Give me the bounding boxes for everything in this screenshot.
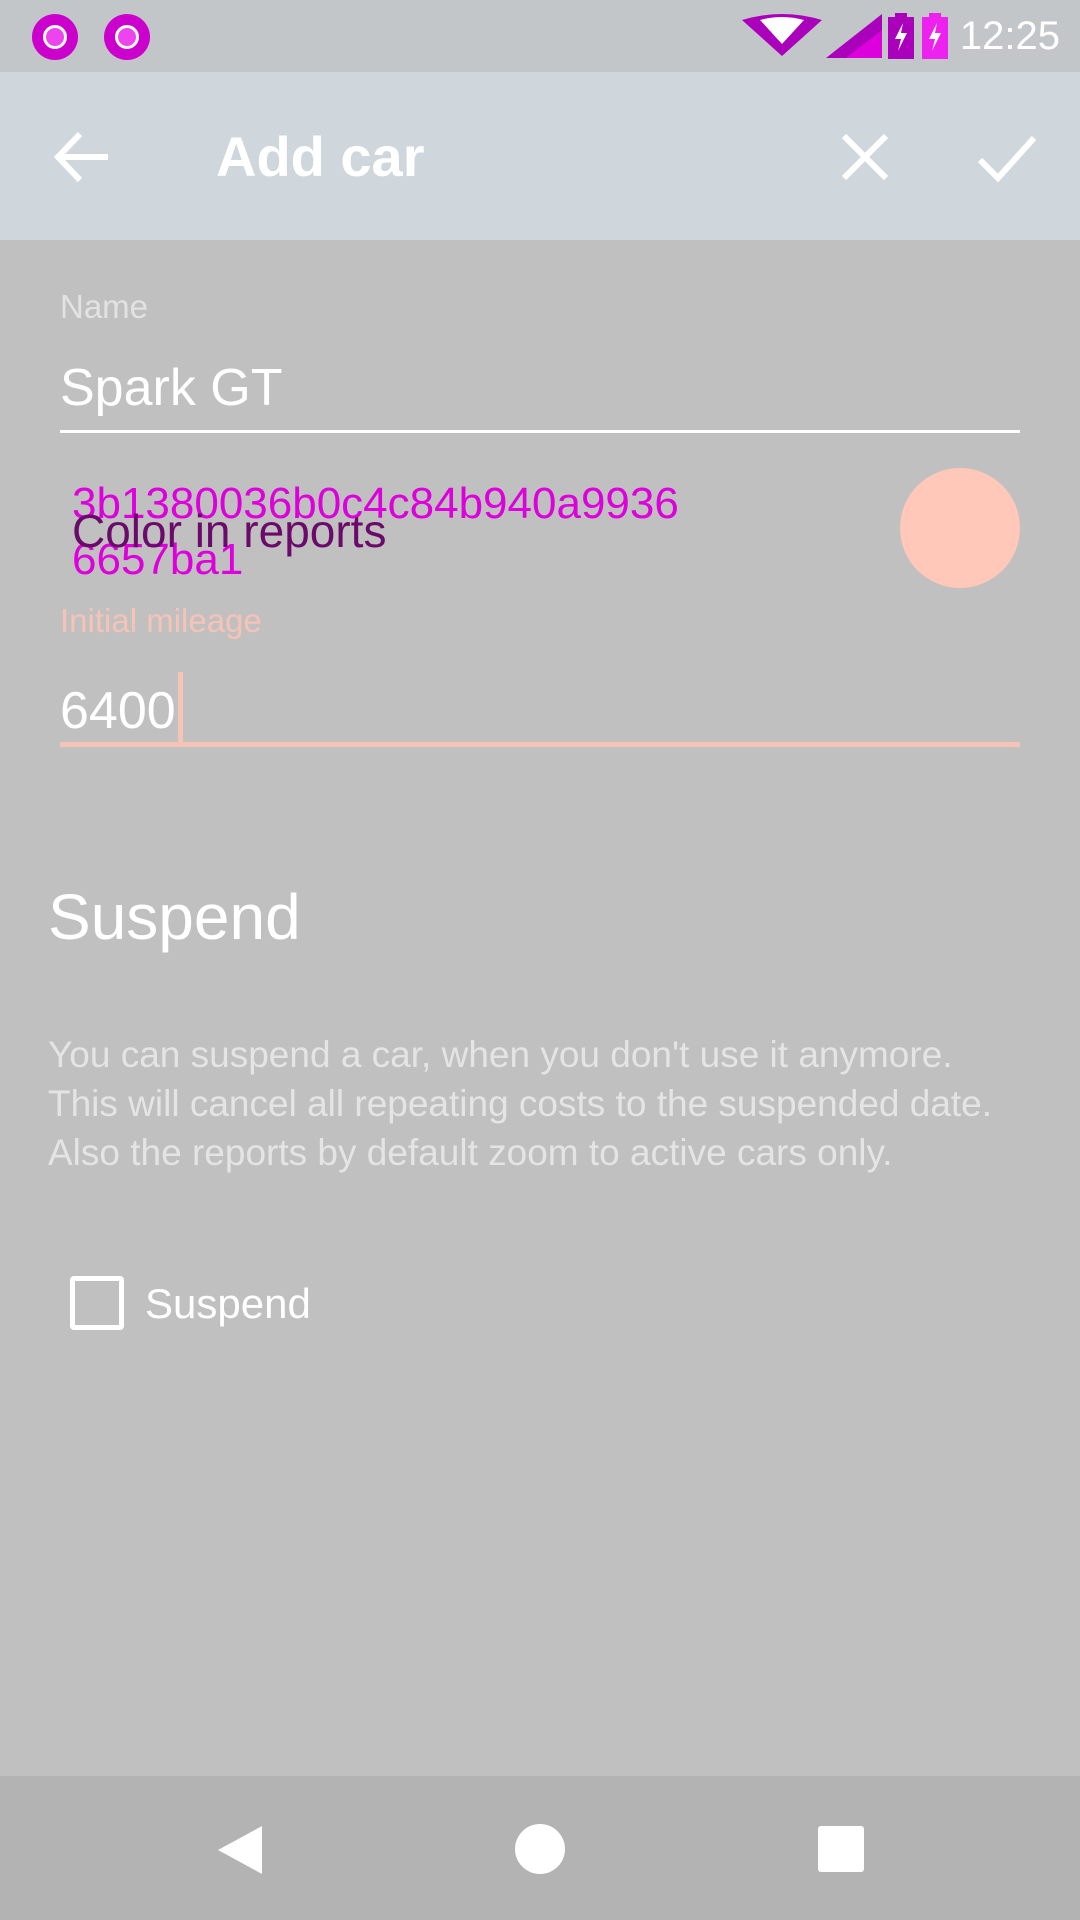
battery-icon <box>921 13 948 59</box>
wifi-icon <box>741 14 822 56</box>
page-title: Add car <box>216 125 425 188</box>
name-label: Name <box>60 288 149 325</box>
nav-home-icon[interactable] <box>515 1824 565 1874</box>
mileage-underline <box>60 742 1020 747</box>
text-cursor <box>177 672 183 742</box>
name-input[interactable]: Spark GT <box>60 358 283 418</box>
name-underline <box>60 430 1020 433</box>
color-swatch[interactable] <box>900 468 1020 588</box>
status-icons: 12:25 <box>741 12 1060 60</box>
signal-icon <box>825 14 882 58</box>
navigation-bar <box>0 1776 1080 1920</box>
suspend-description: You can suspend a car, when you don't us… <box>48 1034 993 1173</box>
suspend-heading: Suspend <box>48 881 301 953</box>
suspend-checkbox[interactable] <box>70 1276 124 1330</box>
check-icon[interactable] <box>972 122 1042 192</box>
close-icon[interactable] <box>830 122 900 192</box>
form-content: Name Spark GT 3b1380036b0c4c84b940a9936 … <box>0 240 1080 1776</box>
nav-back-icon[interactable] <box>214 1824 264 1876</box>
battery-icon <box>887 13 914 59</box>
notification-icon <box>32 14 78 60</box>
suspend-checkbox-label[interactable]: Suspend <box>145 1280 311 1328</box>
color-label[interactable]: Color in reports <box>72 504 386 558</box>
status-bar: 12:25 <box>0 0 1080 72</box>
arrow-back-icon[interactable] <box>50 122 120 192</box>
mileage-label: Initial mileage <box>60 602 262 639</box>
status-time: 12:25 <box>959 13 1060 58</box>
mileage-input[interactable]: 6400 <box>60 672 183 742</box>
app-bar: Add car <box>0 72 1080 240</box>
mileage-value: 6400 <box>60 682 176 740</box>
notification-icon <box>104 14 150 60</box>
nav-recents-icon[interactable] <box>818 1826 864 1872</box>
